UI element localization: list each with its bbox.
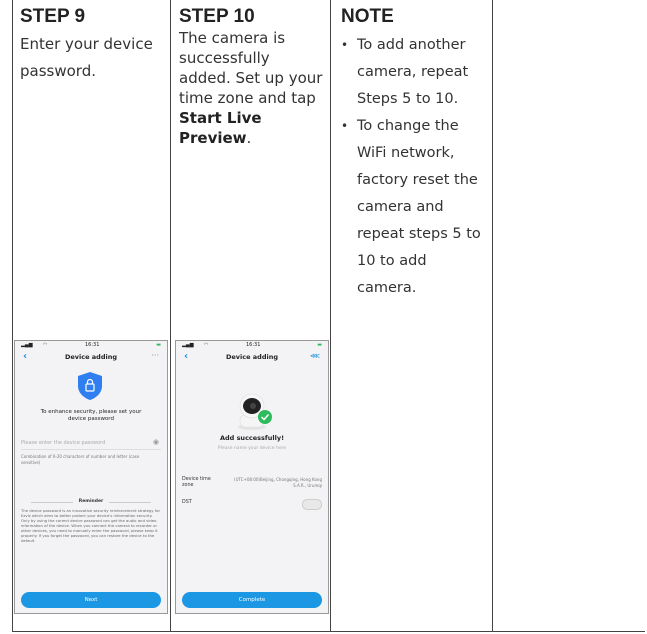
- signal-icon: ▂▄▆: [21, 342, 33, 348]
- step9-title: STEP 9: [20, 6, 86, 27]
- security-headline: To enhance security, please set your dev…: [40, 409, 142, 422]
- dst-toggle[interactable]: [302, 499, 322, 510]
- timezone-label: Device time zone: [182, 477, 211, 488]
- phone-screenshot-step10: ▂▄▆ ◠ 16:31 ▬ ‹ Device adding ⋘ Add succ…: [175, 340, 329, 614]
- share-icon[interactable]: ⋘: [310, 352, 320, 360]
- phone-screenshot-step9: ▂▄▆ ◠ 16:31 ▬ ‹ Device adding ··· To enh…: [14, 340, 168, 614]
- signal-icon: ▂▄▆: [182, 342, 194, 348]
- col-divider-left: [12, 0, 13, 632]
- bullet-icon: •: [341, 38, 349, 52]
- battery-icon: ▬: [317, 342, 322, 348]
- complete-button[interactable]: Complete: [182, 592, 322, 608]
- status-bar: ▂▄▆ ◠ 16:31 ▬: [176, 341, 328, 349]
- timezone-row[interactable]: Device time zone (UTC+08:00)Beijing, Cho…: [182, 477, 322, 495]
- nav-bar: ‹ Device adding ···: [15, 349, 167, 367]
- battery-icon: ▬: [156, 342, 161, 348]
- device-name-input[interactable]: Please name your device here: [176, 446, 328, 451]
- reminder-text: The device password is an innovative sec…: [21, 508, 161, 543]
- status-time: 16:31: [85, 342, 100, 348]
- step9-text: Enter your device password.: [20, 35, 153, 80]
- shield-icon: [77, 371, 103, 401]
- dst-label: DST: [182, 500, 192, 505]
- success-title: Add successfully!: [219, 434, 285, 442]
- bullet-icon: •: [341, 119, 349, 133]
- step10-text: The camera is successfully added. Set up…: [179, 28, 325, 148]
- note-list: • To add another camera, repeat Steps 5 t…: [341, 32, 487, 302]
- col-divider-3: [492, 0, 493, 632]
- eye-icon[interactable]: ◉: [153, 438, 159, 446]
- nav-bar: ‹ Device adding ⋘: [176, 349, 328, 367]
- password-input[interactable]: Please enter the device password ◉: [21, 437, 161, 450]
- step9-column: STEP 9 Enter your device password.: [20, 0, 166, 85]
- col-divider-2: [330, 0, 331, 632]
- reminder-title: Reminder: [73, 499, 109, 504]
- step10-text-suffix: .: [246, 129, 252, 147]
- status-time: 16:31: [246, 342, 261, 348]
- note-item: • To change the WiFi network, factory res…: [341, 113, 487, 302]
- nav-title: Device adding: [226, 353, 278, 361]
- note-column: NOTE • To add another camera, repeat Step…: [341, 0, 487, 302]
- nav-title: Device adding: [65, 353, 117, 361]
- step10-text-prefix: The camera is successfully added. Set up…: [179, 29, 323, 107]
- more-icon[interactable]: ···: [151, 351, 159, 360]
- step10-title: STEP 10: [179, 6, 255, 27]
- password-hint: Combination of 6-20 characters of number…: [21, 454, 140, 465]
- note-title: NOTE: [341, 6, 394, 27]
- wifi-icon: ◠: [204, 342, 209, 348]
- note-item: • To add another camera, repeat Steps 5 t…: [341, 32, 487, 113]
- col-divider-1: [170, 0, 171, 632]
- password-placeholder: Please enter the device password: [21, 440, 106, 446]
- camera-icon: [234, 391, 274, 431]
- wifi-icon: ◠: [43, 342, 48, 348]
- table-bottom-line: [12, 631, 645, 632]
- next-button[interactable]: Next: [21, 592, 161, 608]
- status-bar: ▂▄▆ ◠ 16:31 ▬: [15, 341, 167, 349]
- timezone-value: (UTC+08:00)Beijing, Chongqing, Hong Kong…: [234, 477, 322, 488]
- step10-column: STEP 10 The camera is successfully added…: [179, 0, 325, 148]
- dst-row: DST: [182, 499, 322, 510]
- instruction-table: STEP 9 Enter your device password. STEP …: [12, 0, 645, 632]
